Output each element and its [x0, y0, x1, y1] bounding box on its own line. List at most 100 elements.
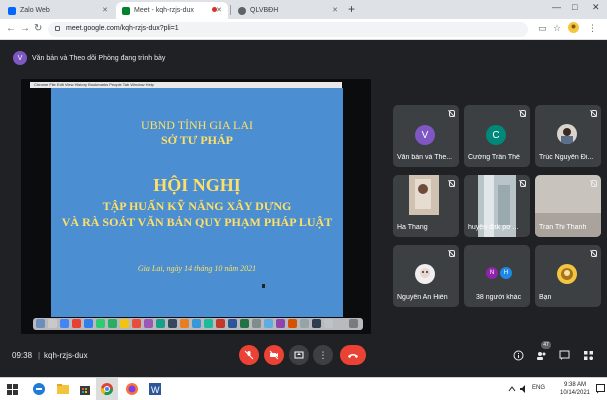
star-icon[interactable]: ☆ — [553, 23, 561, 34]
new-tab-button[interactable]: + — [348, 3, 355, 15]
hang-up-icon — [348, 354, 358, 358]
music-icon — [180, 319, 189, 328]
participant-name: Tran Thi Thanh — [539, 224, 587, 231]
language-indicator[interactable]: ENG — [532, 385, 545, 391]
url-field[interactable]: meet.google.com/kqh-rzjs-dux?pli=1 — [48, 22, 528, 37]
people-count-badge: 47 — [541, 341, 551, 349]
participant-tile[interactable]: huyện đak pơ ... — [464, 175, 530, 237]
excel-icon — [240, 319, 249, 328]
presenter-label: Văn bản và Theo dõi Phòng đang trình bày — [32, 54, 166, 62]
mic-off-icon — [590, 110, 597, 118]
windows-start-icon[interactable] — [7, 384, 18, 395]
file-explorer-icon[interactable] — [56, 382, 70, 396]
close-tab-icon[interactable]: ✕ — [102, 6, 108, 14]
slide-date: Gia Lai, ngày 14 tháng 10 năm 2021 — [137, 264, 257, 273]
participant-name: Ha Thang — [397, 224, 428, 231]
presenter-avatar: V — [13, 51, 27, 65]
participant-tile[interactable]: Trúc Nguyễn Đi... — [535, 105, 601, 167]
mic-off-icon — [590, 180, 597, 188]
camera-toggle-button[interactable] — [264, 345, 284, 365]
back-arrow-icon[interactable]: ← — [6, 23, 16, 35]
app-icon — [300, 319, 309, 328]
tab-zalo[interactable]: Zalo Web ✕ — [2, 2, 114, 19]
system-clock[interactable]: 9:38 AM 10/14/2021 — [555, 381, 595, 397]
mic-off-icon — [519, 110, 526, 118]
finder-icon — [36, 319, 45, 328]
slide-line-5: VÀ RÀ SOÁT VĂN BẢN QUY PHẠM PHÁP LUẬT — [61, 215, 333, 229]
participant-group-avatars: N H — [486, 267, 514, 279]
app-icon — [276, 319, 285, 328]
chrome-icon[interactable] — [100, 382, 114, 396]
mic-toggle-button[interactable] — [239, 345, 259, 365]
close-window-button[interactable]: ✕ — [592, 2, 600, 13]
mic-off-icon — [244, 350, 254, 360]
participant-tile[interactable]: Bạn — [535, 245, 601, 307]
more-options-button[interactable]: ⋮ — [313, 345, 333, 365]
tab-label: QLVBĐH — [250, 7, 279, 14]
firefox-icon[interactable] — [125, 382, 139, 396]
downloads-icon — [324, 319, 333, 328]
facetime-icon — [108, 319, 117, 328]
avatar — [557, 124, 577, 144]
chat-icon[interactable] — [559, 350, 570, 361]
notes-icon — [120, 319, 129, 328]
tab-meet[interactable]: Meet - kqh-rzjs-dux ✕ — [116, 2, 228, 19]
mic-off-icon — [590, 250, 597, 258]
slide-line-2: SỞ TƯ PHÁP — [160, 133, 233, 147]
participant-name: Văn bản và The... — [397, 154, 453, 161]
participant-tile[interactable]: V Văn bản và The... — [393, 105, 459, 167]
meeting-details-icon[interactable] — [513, 350, 524, 361]
meeting-time: 09:38 — [12, 351, 33, 360]
edge-icon[interactable] — [32, 382, 46, 396]
settings-icon — [252, 319, 261, 328]
reload-icon[interactable]: ↻ — [34, 23, 42, 35]
present-now-button[interactable] — [289, 345, 309, 365]
avatar: V — [415, 125, 435, 145]
store-icon[interactable] — [78, 382, 92, 396]
leave-call-button[interactable] — [340, 345, 366, 365]
participant-name: Bạn — [539, 294, 552, 301]
close-tab-icon[interactable]: ✕ — [216, 6, 222, 14]
participant-name: Nguyễn An Hiền — [397, 294, 448, 301]
zalo-icon — [204, 319, 213, 328]
participant-name: 38 người khác — [476, 294, 522, 301]
participant-name: Cường Trần Thế — [468, 154, 520, 161]
camera-permission-icon[interactable]: ▭ — [538, 23, 547, 34]
participant-tile[interactable]: Nguyễn An Hiền — [393, 245, 459, 307]
participant-tile[interactable]: Tran Thi Thanh — [535, 175, 601, 237]
appstore-icon — [192, 319, 201, 328]
presenter-chip[interactable]: V Văn bản và Theo dõi Phòng đang trình b… — [13, 51, 165, 65]
maximize-button[interactable]: □ — [572, 2, 577, 12]
mic-off-icon — [519, 180, 526, 188]
maps-icon — [156, 319, 165, 328]
photos-icon — [144, 319, 153, 328]
clock-time: 9:38 AM — [563, 382, 586, 388]
avatar: C — [486, 125, 506, 145]
chevron-up-icon[interactable] — [508, 385, 516, 393]
activities-icon[interactable] — [583, 350, 594, 361]
windows-taskbar: W ENG 9:38 AM 10/14/2021 — [0, 377, 607, 400]
close-tab-icon[interactable]: ✕ — [332, 6, 338, 14]
menu-kebab-icon[interactable]: ⋮ — [588, 23, 597, 34]
shared-screen-dock — [33, 318, 363, 330]
address-bar: ← → ↻ meet.google.com/kqh-rzjs-dux?pli=1… — [0, 19, 607, 40]
speaker-icon[interactable] — [519, 384, 529, 394]
notifications-icon[interactable] — [596, 384, 605, 394]
zalo-favicon-icon — [8, 6, 16, 15]
meeting-code: kqh-rzjs-dux — [44, 351, 88, 360]
participant-tile[interactable]: N H 38 người khác — [464, 245, 530, 307]
tab-qlvbdh[interactable]: QLVBĐH ✕ — [232, 2, 344, 19]
profile-avatar[interactable] — [568, 22, 579, 35]
participant-tile[interactable]: C Cường Trần Thế — [464, 105, 530, 167]
messages-icon — [96, 319, 105, 328]
participant-tile[interactable]: Ha Thang — [393, 175, 459, 237]
slide-line-1: UBND TỈNH GIA LAI — [140, 118, 254, 132]
minimize-button[interactable]: — — [552, 2, 561, 12]
mic-off-icon — [448, 250, 455, 258]
more-vert-icon: ⋮ — [318, 349, 328, 360]
forward-arrow-icon[interactable]: → — [20, 23, 30, 35]
divider: | — [38, 351, 41, 360]
word-icon[interactable]: W — [148, 382, 162, 396]
people-icon[interactable] — [536, 350, 547, 361]
tab-label: Meet - kqh-rzjs-dux — [134, 7, 194, 14]
